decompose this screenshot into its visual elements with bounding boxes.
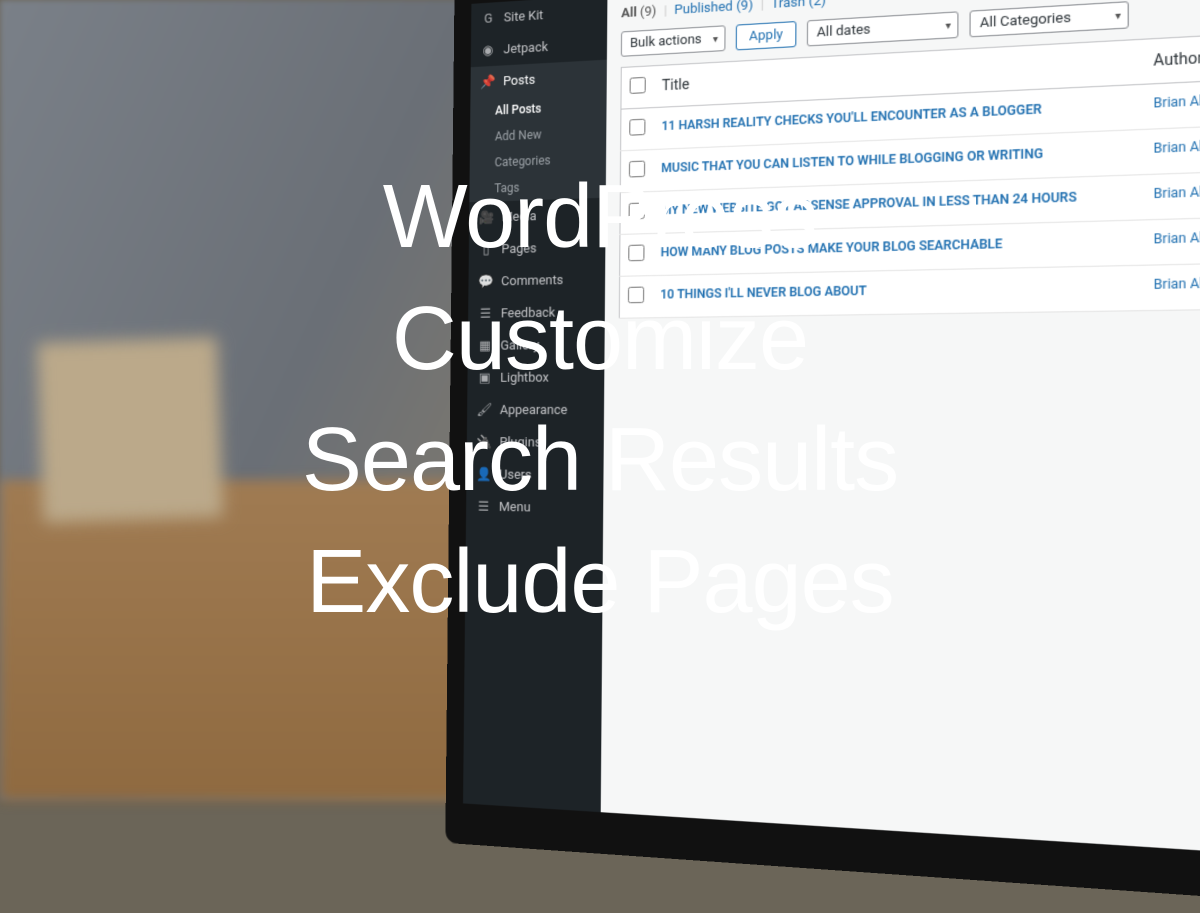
title-overlay: WordPress Customize Search Results Exclu… <box>0 0 1200 800</box>
overlay-heading: WordPress Customize Search Results Exclu… <box>302 157 898 643</box>
overlay-line: Search Results <box>302 410 898 510</box>
overlay-line: Exclude Pages <box>306 532 893 632</box>
overlay-line: Customize <box>392 289 808 389</box>
overlay-line: WordPress <box>383 167 817 267</box>
